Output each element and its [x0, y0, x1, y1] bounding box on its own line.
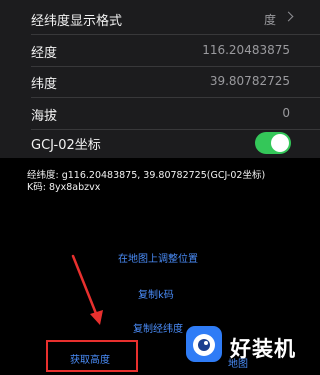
- watermark-logo-icon: [186, 326, 222, 362]
- watermark-text: 好装机: [230, 337, 296, 361]
- annotation-arrow-icon: [71, 254, 103, 325]
